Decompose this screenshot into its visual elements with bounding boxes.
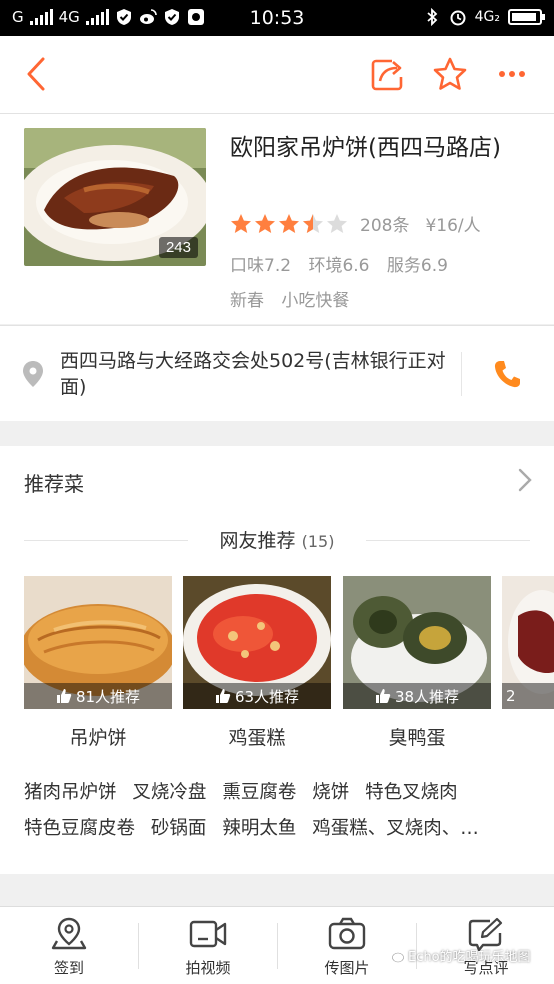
chevron-right-icon[interactable] bbox=[518, 468, 532, 492]
more-dots-icon bbox=[499, 71, 525, 77]
rating-row: 208条 ¥16/人 bbox=[230, 211, 481, 236]
back-button[interactable] bbox=[16, 54, 56, 94]
dish-list-row: 特色豆腐皮卷 砂锅面 辣明太鱼 鸡蛋糕、叉烧肉、… bbox=[24, 814, 489, 840]
address-text: 西四马路与大经路交会处502号(吉林银行正对面) bbox=[60, 350, 446, 398]
checkin-pin-icon bbox=[51, 917, 87, 950]
review-count: 208条 bbox=[360, 216, 410, 236]
recommend-count-badge: 2 bbox=[502, 683, 554, 709]
dish-photo: 63人推荐 bbox=[183, 576, 331, 709]
score-service: 服务6.9 bbox=[386, 256, 448, 276]
dish-list-item[interactable]: 特色叉烧肉 bbox=[365, 782, 458, 803]
star-full-icon bbox=[255, 213, 275, 233]
recommend-count: 2 bbox=[506, 687, 516, 705]
share-button[interactable] bbox=[368, 54, 408, 94]
shop-photo[interactable]: 243 bbox=[24, 128, 206, 266]
recommend-count: 81人推荐 bbox=[75, 687, 141, 706]
dish-photo: 81人推荐 bbox=[24, 576, 172, 709]
star-outline-icon bbox=[433, 57, 467, 90]
dish-list-item[interactable]: 叉烧冷盘 bbox=[132, 782, 206, 803]
camera-icon bbox=[328, 917, 366, 950]
star-full-icon bbox=[279, 213, 299, 233]
dish-card[interactable]: 63人推荐 鸡蛋糕 bbox=[183, 576, 331, 750]
shop-tags: 新春 小吃快餐 bbox=[230, 286, 361, 311]
favorite-button[interactable] bbox=[430, 54, 470, 94]
record-video-button[interactable]: 拍视频 bbox=[139, 907, 277, 984]
photo-count-badge: 243 bbox=[158, 237, 198, 258]
dish-list-item[interactable]: 特色豆腐皮卷 bbox=[24, 818, 135, 839]
dish-list-item[interactable]: 猪肉吊炉饼 bbox=[24, 782, 117, 803]
back-arrow-icon bbox=[27, 57, 45, 91]
divider bbox=[366, 540, 530, 541]
share-icon bbox=[371, 59, 403, 91]
checkin-button[interactable]: 签到 bbox=[0, 907, 138, 984]
wechat-icon bbox=[386, 948, 404, 963]
recommend-count: 63人推荐 bbox=[234, 687, 300, 706]
thumbs-up-icon bbox=[375, 689, 391, 703]
star-empty-icon bbox=[327, 213, 347, 233]
tag[interactable]: 小吃快餐 bbox=[281, 291, 349, 311]
dish-name: 吊炉饼 bbox=[69, 727, 127, 749]
dish-card[interactable]: 2 bbox=[502, 576, 554, 709]
price-per-person: ¥16/人 bbox=[425, 216, 481, 236]
dish-list-item[interactable]: 砂锅面 bbox=[151, 818, 207, 839]
dish-name: 臭鸭蛋 bbox=[388, 727, 446, 749]
location-pin-icon bbox=[23, 361, 43, 387]
recommend-count-badge: 38人推荐 bbox=[343, 683, 491, 709]
tag[interactable]: 新春 bbox=[230, 291, 264, 311]
netfav-count: (15) bbox=[301, 532, 335, 551]
more-button[interactable] bbox=[492, 54, 532, 94]
dish-list-item[interactable]: 熏豆腐卷 bbox=[222, 782, 296, 803]
score-row: 口味7.2 环境6.6 服务6.9 bbox=[230, 251, 460, 276]
thumbs-up-icon bbox=[56, 689, 72, 703]
score-environment: 环境6.6 bbox=[308, 256, 370, 276]
recommend-count: 38人推荐 bbox=[394, 687, 460, 706]
dish-photo: 2 bbox=[502, 576, 554, 709]
network-label-right: 4G₂ bbox=[474, 9, 500, 25]
divider bbox=[461, 352, 462, 396]
shop-name: 欧阳家吊炉饼(西四马路店) bbox=[230, 135, 501, 161]
dish-list-item[interactable]: 鸡蛋糕、叉烧肉、… bbox=[312, 818, 479, 839]
dish-photo: 38人推荐 bbox=[343, 576, 491, 709]
wechat-watermark: Echo的吃喝玩乐地图 bbox=[386, 946, 531, 965]
dish-name: 鸡蛋糕 bbox=[228, 727, 286, 749]
video-camera-icon bbox=[189, 920, 227, 948]
toolbar-label: 签到 bbox=[53, 959, 84, 977]
bottom-toolbar: 签到 拍视频 传图片 写点评 bbox=[0, 906, 554, 984]
dish-card[interactable]: 81人推荐 吊炉饼 bbox=[24, 576, 172, 750]
star-full-icon bbox=[231, 213, 251, 233]
battery-icon bbox=[508, 9, 545, 25]
nav-bar bbox=[0, 36, 554, 114]
address-row[interactable]: 西四马路与大经路交会处502号(吉林银行正对面) bbox=[0, 325, 554, 421]
recommend-section: 推荐菜 网友推荐 (15) 81人推荐 吊炉饼 63人推荐 鸡蛋糕 38人推荐 … bbox=[0, 446, 554, 874]
alarm-icon bbox=[450, 10, 466, 26]
shop-header: 243 欧阳家吊炉饼(西四马路店) 208条 ¥16/人 口味7.2 环境6.6… bbox=[0, 114, 554, 324]
dish-list-item[interactable]: 辣明太鱼 bbox=[222, 818, 296, 839]
dish-list-item[interactable]: 烧饼 bbox=[312, 782, 349, 803]
star-rating bbox=[230, 213, 348, 235]
dish-card[interactable]: 38人推荐 臭鸭蛋 bbox=[343, 576, 491, 750]
score-taste: 口味7.2 bbox=[230, 256, 292, 276]
dish-list-row: 猪肉吊炉饼 叉烧冷盘 熏豆腐卷 烧饼 特色叉烧肉 bbox=[24, 778, 468, 804]
recommend-title[interactable]: 推荐菜 bbox=[24, 468, 84, 497]
star-half-icon bbox=[303, 213, 323, 233]
recommend-count-badge: 81人推荐 bbox=[24, 683, 172, 709]
toolbar-label: 拍视频 bbox=[185, 959, 231, 977]
status-bar: G 4G 10:53 4G₂ bbox=[0, 0, 554, 36]
netfav-title: 网友推荐 bbox=[219, 530, 296, 552]
recommend-count-badge: 63人推荐 bbox=[183, 683, 331, 709]
phone-icon[interactable] bbox=[493, 359, 521, 389]
watermark-text: Echo的吃喝玩乐地图 bbox=[408, 950, 531, 965]
status-right: 4G₂ bbox=[423, 8, 545, 26]
bluetooth-icon bbox=[427, 8, 437, 26]
thumbs-up-icon bbox=[215, 689, 231, 703]
